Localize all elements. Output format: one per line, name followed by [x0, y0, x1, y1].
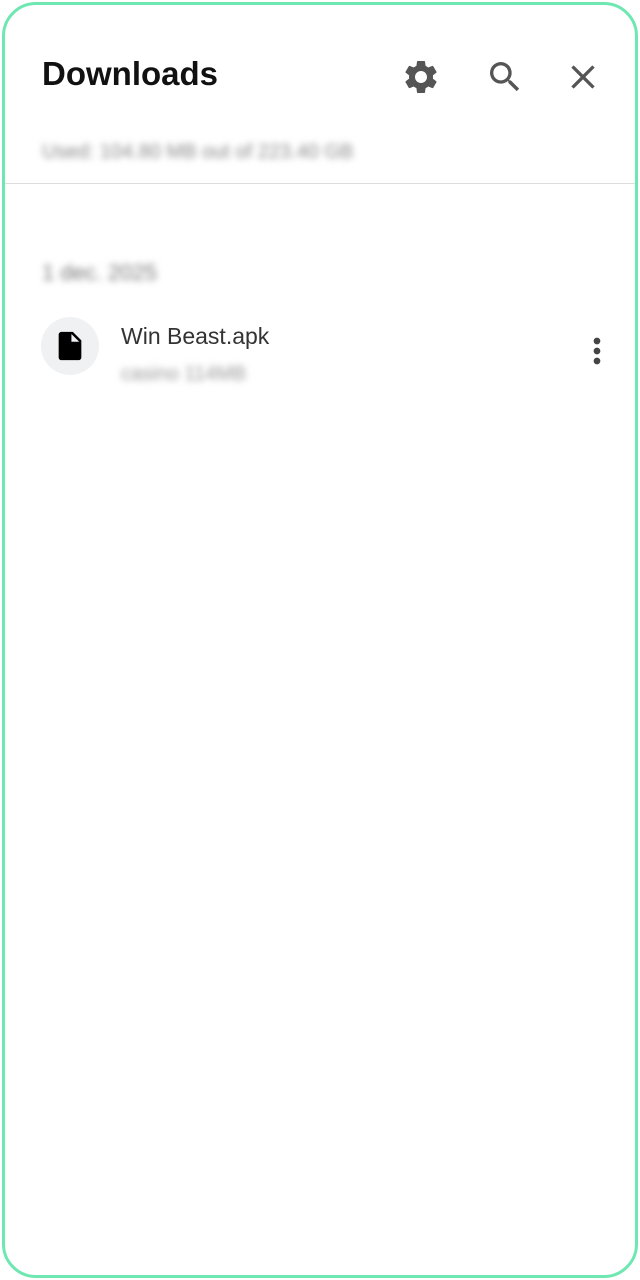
- gear-icon: [405, 60, 437, 93]
- date-section-header: 1 dec. 2025: [42, 260, 157, 285]
- downloads-panel: Downloads Used: 104.80 MB out of 223.40 …: [2, 2, 638, 1278]
- more-options-button[interactable]: [573, 327, 621, 375]
- close-button[interactable]: [559, 53, 607, 101]
- file-icon: [58, 331, 82, 361]
- page-title: Downloads: [42, 55, 219, 92]
- file-icon-badge: [41, 317, 99, 375]
- search-icon: [490, 62, 520, 92]
- storage-usage-text: Used: 104.80 MB out of 223.40 GB: [42, 141, 354, 163]
- search-button[interactable]: [481, 53, 529, 101]
- more-vert-icon: [593, 337, 601, 365]
- header-divider: [5, 183, 635, 184]
- file-meta: casino 114MB: [121, 363, 247, 385]
- download-item[interactable]: Win Beast.apk casino 114MB: [5, 305, 635, 401]
- file-name: Win Beast.apk: [121, 323, 270, 349]
- close-icon: [571, 65, 595, 89]
- header: Downloads Used: 104.80 MB out of 223.40 …: [5, 5, 635, 163]
- settings-button[interactable]: [397, 53, 445, 101]
